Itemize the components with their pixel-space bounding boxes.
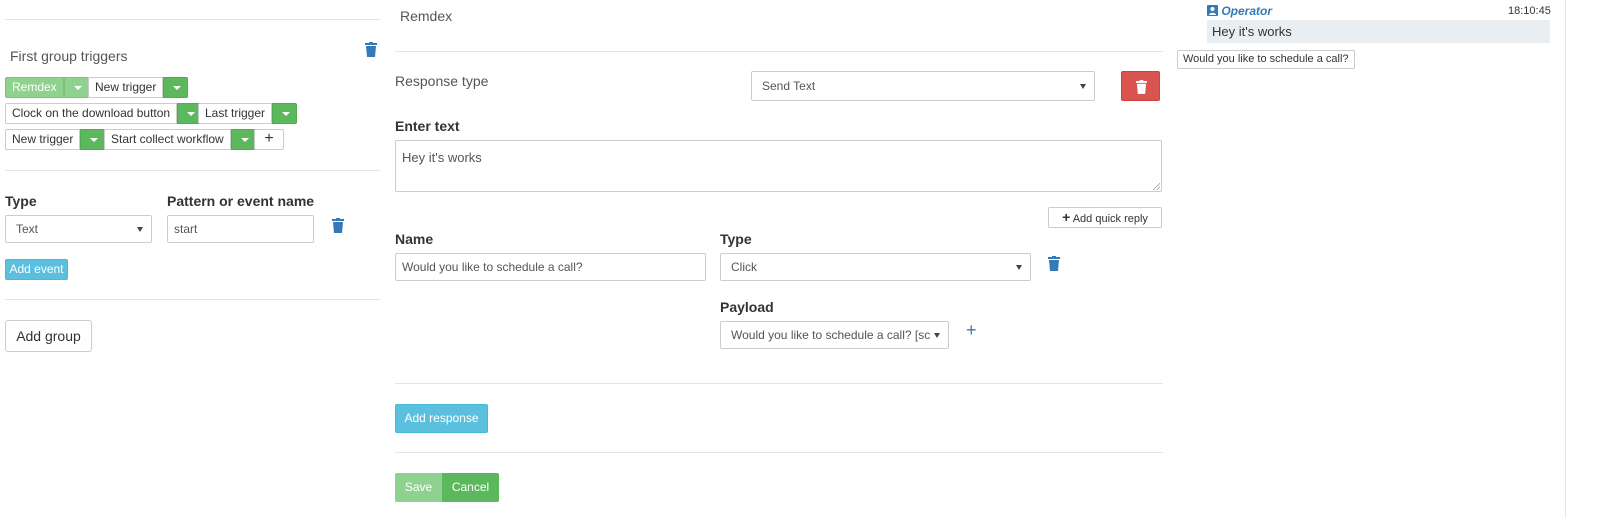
response-type-select[interactable]: Send Text	[751, 71, 1095, 101]
add-trigger-button[interactable]: +	[254, 129, 284, 150]
chat-time: 18:10:45	[1508, 5, 1551, 17]
pattern-input[interactable]: start	[167, 215, 314, 243]
name-label: Name	[395, 231, 434, 247]
trigger-remdex[interactable]: Remdex	[5, 77, 89, 98]
group-title: First group triggers	[10, 48, 128, 64]
chevron-down-icon	[934, 333, 940, 338]
chat-author-name: Operator	[1221, 4, 1273, 18]
divider	[395, 452, 1163, 453]
trigger-dropdown-toggle[interactable]	[80, 129, 106, 150]
chat-border	[1565, 0, 1566, 518]
response-text-value: Hey it's works	[402, 150, 482, 165]
trigger-last-trigger[interactable]: Last trigger	[198, 103, 298, 124]
add-quick-reply-button[interactable]: + Add quick reply	[1048, 207, 1162, 228]
cancel-button[interactable]: Cancel	[442, 473, 499, 502]
event-type-select[interactable]: Text	[5, 215, 152, 243]
resize-grip-icon[interactable]	[1152, 182, 1160, 190]
chevron-down-icon	[137, 227, 143, 232]
trigger-label[interactable]: Start collect workflow	[104, 129, 231, 150]
chat-quick-reply-button[interactable]: Would you like to schedule a call?	[1177, 50, 1355, 69]
chat-author: Operator	[1207, 4, 1272, 18]
save-button[interactable]: Save	[395, 473, 442, 502]
user-icon	[1207, 5, 1218, 16]
divider	[5, 170, 380, 171]
enter-text-label: Enter text	[395, 118, 460, 134]
add-event-button[interactable]: Add event	[5, 259, 68, 280]
payload-select[interactable]: Would you like to schedule a call? [sc	[720, 321, 949, 349]
delete-event-icon[interactable]	[332, 218, 344, 233]
delete-response-button[interactable]	[1121, 71, 1160, 101]
trigger-name-heading: Remdex	[400, 8, 453, 24]
trigger-label[interactable]: New trigger	[5, 129, 81, 150]
quick-reply-type-label: Type	[720, 231, 752, 247]
response-type-value: Send Text	[762, 79, 816, 93]
chat-message-text: Hey it's works	[1212, 24, 1292, 39]
trigger-clock-download[interactable]: Clock on the download button	[5, 103, 203, 124]
trigger-new-trigger[interactable]: New trigger	[88, 77, 189, 98]
trigger-label[interactable]: Last trigger	[198, 103, 273, 124]
add-payload-icon[interactable]: +	[966, 320, 977, 340]
delete-quick-reply-icon[interactable]	[1048, 256, 1060, 271]
response-text-area[interactable]: Hey it's works	[395, 140, 1162, 192]
quick-reply-name-input[interactable]: Would you like to schedule a call?	[395, 253, 706, 281]
trigger-new-trigger-2[interactable]: New trigger	[5, 129, 106, 150]
trigger-dropdown-toggle[interactable]	[272, 103, 298, 124]
payload-label: Payload	[720, 299, 774, 315]
pattern-label: Pattern or event name	[167, 193, 315, 209]
trigger-label[interactable]: Clock on the download button	[5, 103, 178, 124]
chevron-down-icon	[1016, 265, 1022, 270]
add-response-button[interactable]: Add response	[395, 404, 488, 433]
trash-icon	[1136, 80, 1147, 94]
payload-value: Would you like to schedule a call? [sc	[731, 328, 931, 342]
trigger-dropdown-toggle[interactable]	[230, 129, 256, 150]
response-type-label: Response type	[395, 73, 489, 89]
trigger-dropdown-toggle[interactable]	[163, 77, 189, 98]
trigger-label[interactable]: New trigger	[88, 77, 164, 98]
plus-icon: +	[1062, 209, 1071, 225]
add-group-button[interactable]: Add group	[5, 320, 92, 352]
divider	[395, 51, 1163, 52]
chevron-down-icon	[1080, 84, 1086, 89]
divider	[5, 19, 380, 20]
trigger-dropdown-toggle[interactable]	[63, 77, 89, 98]
type-label: Type	[5, 193, 37, 209]
trigger-start-collect[interactable]: Start collect workflow	[104, 129, 256, 150]
quick-reply-type-select[interactable]: Click	[720, 253, 1031, 281]
quick-reply-type-value: Click	[731, 260, 757, 274]
chat-message: Hey it's works	[1207, 20, 1550, 43]
trigger-label[interactable]: Remdex	[5, 77, 64, 98]
event-type-value: Text	[16, 222, 39, 236]
divider	[5, 299, 380, 300]
divider	[395, 383, 1163, 384]
delete-group-icon[interactable]	[365, 42, 377, 57]
add-quick-reply-label: Add quick reply	[1072, 213, 1148, 225]
